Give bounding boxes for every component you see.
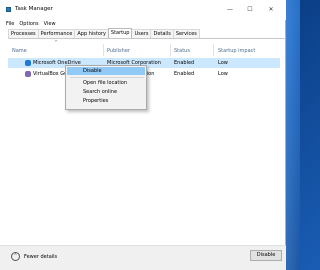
menu-item-open-file-location[interactable]: Open file location [67,79,145,87]
window-title: Task Manager [15,6,53,12]
column-header: Name Publisher Status Startup impact [8,44,286,56]
task-manager-icon [6,7,11,12]
column-divider[interactable] [213,44,214,56]
fewer-details-link[interactable]: Fewer details [24,254,57,260]
tab-performance[interactable]: Performance [37,29,76,38]
tab-services[interactable]: Services [172,29,200,38]
tab-app-history[interactable]: App history [74,29,109,38]
menu-item-disable[interactable]: Disable [67,67,145,75]
menu-view[interactable]: View [44,20,56,29]
context-menu: Disable Open file location Search online… [65,65,147,110]
column-name[interactable]: Name [12,48,27,54]
maximize-button[interactable]: ☐ [243,4,257,15]
status-value: Enabled [174,71,195,77]
impact-value: Low [218,71,228,77]
tab-strip: Processes Performance App history Startu… [8,28,200,38]
tab-startup[interactable]: Startup [107,28,133,38]
menu-file[interactable]: File [6,20,14,29]
menu-item-search-online[interactable]: Search online [67,88,145,96]
disable-button[interactable]: Disable [250,250,282,261]
menu-item-properties[interactable]: Properties [67,97,145,105]
column-divider[interactable] [103,44,104,56]
onedrive-icon [25,60,31,66]
column-divider[interactable] [170,44,171,56]
column-status[interactable]: Status [174,48,190,54]
menu-options[interactable]: Options [19,20,38,29]
close-button[interactable]: ✕ [264,4,278,15]
column-startup-impact[interactable]: Startup impact [218,48,255,54]
column-publisher[interactable]: Publisher [107,48,130,54]
chevron-up-icon[interactable]: ⌃ [11,252,20,261]
title-bar[interactable]: Task Manager — ☐ ✕ [0,0,286,20]
impact-value: Low [218,60,228,66]
status-value: Enabled [174,60,195,66]
tab-processes[interactable]: Processes [8,29,39,38]
menu-separator [70,77,144,78]
tab-details[interactable]: Details [150,29,174,38]
minimize-button[interactable]: — [223,4,237,15]
menu-bar: File Options View [0,20,286,29]
tab-users[interactable]: Users [131,29,152,38]
virtualbox-icon [25,71,31,77]
